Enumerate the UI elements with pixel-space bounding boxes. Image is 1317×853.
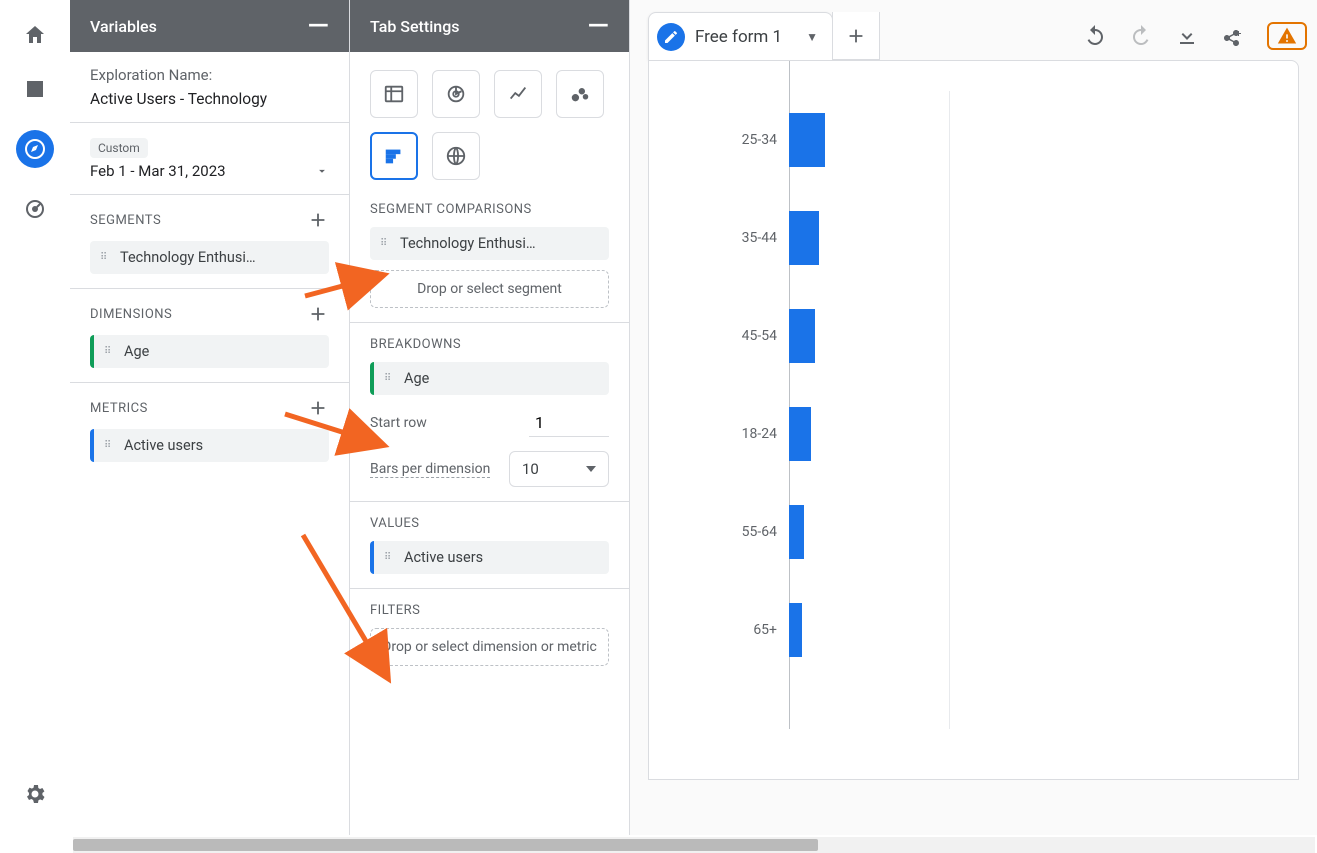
bar-row: 18-24	[649, 385, 1298, 483]
edit-icon	[657, 23, 685, 51]
dimension-chip[interactable]: ⠿Age	[90, 335, 329, 368]
explore-icon[interactable]	[16, 130, 54, 168]
filter-drop-zone[interactable]: Drop or select dimension or metric	[370, 628, 609, 666]
date-section[interactable]: Custom Feb 1 - Mar 31, 2023	[70, 123, 349, 195]
value-chip[interactable]: ⠿Active users	[370, 541, 609, 574]
technique-geo[interactable]	[432, 132, 480, 180]
segment-comparisons-label: SEGMENT COMPARISONS	[370, 202, 609, 217]
technique-scatter[interactable]	[556, 70, 604, 118]
bar-label: 55-64	[649, 524, 789, 540]
exploration-name-section: Exploration Name: Active Users - Technol…	[70, 52, 349, 123]
filters-label: FILTERS	[370, 603, 609, 618]
share-icon[interactable]	[1221, 24, 1245, 48]
drag-icon: ⠿	[100, 255, 112, 260]
minimize-tabsettings-icon[interactable]: —	[587, 21, 609, 31]
add-segment-icon[interactable]	[307, 209, 329, 231]
advertising-icon[interactable]	[22, 196, 48, 222]
add-tab-button[interactable]	[832, 12, 880, 60]
technique-donut[interactable]	[432, 70, 480, 118]
add-metric-icon[interactable]	[307, 397, 329, 419]
bars-container: 25-34 35-44 45-54 18-24 55-64 65+	[649, 91, 1298, 679]
bars-label: Bars per dimension	[370, 461, 490, 478]
exploration-name-label: Exploration Name:	[90, 66, 329, 84]
drag-icon: ⠿	[104, 349, 116, 354]
variables-header: Variables —	[70, 0, 349, 52]
free-form-tab[interactable]: Free form 1 ▼	[648, 12, 833, 60]
breakdowns-label: BREAKDOWNS	[370, 337, 609, 352]
download-icon[interactable]	[1175, 24, 1199, 48]
nav-rail	[0, 0, 70, 835]
technique-table[interactable]	[370, 70, 418, 118]
bar-label: 35-44	[649, 230, 789, 246]
bar-label: 18-24	[649, 426, 789, 442]
dimensions-label: DIMENSIONS	[90, 307, 172, 322]
drag-icon: ⠿	[384, 376, 396, 381]
values-section: VALUES ⠿Active users	[350, 502, 629, 589]
filters-section: FILTERS Drop or select dimension or metr…	[350, 589, 629, 680]
chart-area: 25-34 35-44 45-54 18-24 55-64 65+	[648, 60, 1299, 780]
bar[interactable]	[789, 309, 815, 363]
variables-title: Variables	[90, 17, 157, 36]
values-label: VALUES	[370, 516, 609, 531]
segment-comparisons-section: SEGMENT COMPARISONS ⠿Technology Enthusi……	[350, 188, 629, 323]
drag-icon: ⠿	[384, 555, 396, 560]
bar-row: 25-34	[649, 91, 1298, 189]
bar[interactable]	[789, 407, 811, 461]
start-row-label: Start row	[370, 415, 427, 431]
redo-icon[interactable]	[1129, 24, 1153, 48]
bar[interactable]	[789, 113, 825, 167]
metric-chip[interactable]: ⠿Active users	[90, 429, 329, 462]
technique-bar[interactable]	[370, 132, 418, 180]
tab-dropdown-icon[interactable]: ▼	[806, 30, 818, 44]
warning-badge[interactable]	[1267, 22, 1307, 50]
breakdowns-section: BREAKDOWNS ⠿Age Start row Bars per dimen…	[350, 323, 629, 502]
dropdown-icon[interactable]	[315, 164, 329, 178]
metrics-section: METRICS ⠿Active users	[70, 383, 349, 476]
home-icon[interactable]	[22, 22, 48, 48]
segments-label: SEGMENTS	[90, 213, 161, 228]
custom-badge: Custom	[90, 138, 148, 158]
tab-settings-title: Tab Settings	[370, 17, 460, 36]
technique-line[interactable]	[494, 70, 542, 118]
reports-icon[interactable]	[22, 76, 48, 102]
canvas: Free form 1 ▼ 25-34 35-44 45-54 18-24 55-64 6…	[630, 0, 1317, 835]
bar-row: 35-44	[649, 189, 1298, 287]
drag-icon: ⠿	[104, 443, 116, 448]
bar[interactable]	[789, 211, 819, 265]
add-dimension-icon[interactable]	[307, 303, 329, 325]
bar-label: 25-34	[649, 132, 789, 148]
segment-comparison-chip[interactable]: ⠿Technology Enthusi…	[370, 227, 609, 260]
breakdown-chip[interactable]: ⠿Age	[370, 362, 609, 395]
tab-name: Free form 1	[695, 27, 782, 47]
variables-panel: Variables — Exploration Name: Active Use…	[70, 0, 350, 835]
drag-icon: ⠿	[380, 241, 392, 246]
segment-chip[interactable]: ⠿Technology Enthusi…	[90, 241, 329, 274]
bar-label: 45-54	[649, 328, 789, 344]
bar-row: 45-54	[649, 287, 1298, 385]
dimensions-section: DIMENSIONS ⠿Age	[70, 289, 349, 383]
date-range[interactable]: Feb 1 - Mar 31, 2023	[90, 162, 226, 180]
bar-row: 65+	[649, 581, 1298, 679]
bar-label: 65+	[649, 622, 789, 638]
start-row-input[interactable]	[529, 409, 609, 437]
undo-icon[interactable]	[1083, 24, 1107, 48]
canvas-toolbar: Free form 1 ▼	[648, 12, 1317, 60]
exploration-name-value[interactable]: Active Users - Technology	[90, 90, 329, 108]
horizontal-scrollbar[interactable]	[73, 837, 1315, 853]
technique-row	[350, 52, 629, 188]
tab-settings-header: Tab Settings —	[350, 0, 629, 52]
bar[interactable]	[789, 505, 804, 559]
scrollbar-thumb[interactable]	[73, 839, 818, 851]
bar[interactable]	[789, 603, 802, 657]
tab-settings-panel: Tab Settings — SEGMENT COMPARISONS ⠿Tech…	[350, 0, 630, 835]
settings-icon[interactable]	[22, 781, 48, 807]
segments-section: SEGMENTS ⠿Technology Enthusi…	[70, 195, 349, 289]
bar-row: 55-64	[649, 483, 1298, 581]
segment-drop-zone[interactable]: Drop or select segment	[370, 270, 609, 308]
minimize-variables-icon[interactable]: —	[307, 21, 329, 31]
metrics-label: METRICS	[90, 401, 148, 416]
bars-select[interactable]: 10	[509, 451, 609, 487]
